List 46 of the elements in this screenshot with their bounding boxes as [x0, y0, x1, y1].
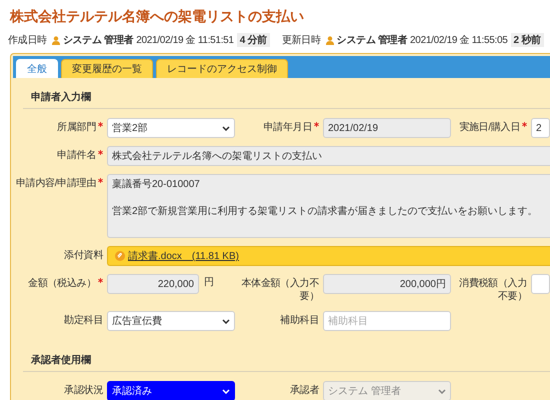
meta-label: 更新日時 — [282, 34, 321, 47]
elapsed-time-badge: 4 分前 — [236, 33, 270, 47]
section-heading: 申請者入力欄 — [23, 86, 550, 109]
field-label: 申請件名 — [57, 150, 96, 161]
file-link[interactable]: 請求書.docx (11.81 KB) — [128, 249, 239, 263]
field-label: 申請年月日 — [263, 122, 312, 133]
field-label: 実施日/購入日 — [459, 122, 520, 133]
input-field[interactable]: 2 — [531, 118, 550, 138]
field-label: 承認者 — [288, 384, 319, 397]
input-field[interactable] — [531, 274, 550, 294]
elapsed-time-badge: 2 秒前 — [510, 33, 544, 47]
chevron-down-icon — [438, 388, 446, 394]
tab[interactable]: レコードのアクセス制御 — [156, 59, 288, 78]
meta-label: 作成日時 — [8, 34, 47, 47]
field-label: 補助科目 — [279, 314, 319, 327]
input-field[interactable]: 220,000 — [107, 274, 199, 294]
field-label: 本体金額（入力不要） — [240, 276, 319, 303]
user-icon — [52, 36, 60, 44]
field-label: 消費税額（入力不要） — [458, 276, 527, 303]
field-label: 所属部門 — [57, 122, 96, 133]
text-area[interactable]: 稟議番号20-010007 営業2部で新規営業用に利用する架電リストの請求書が届きましたので支払いをお願いします。 — [107, 174, 550, 238]
section-heading: 承認者使用欄 — [23, 349, 550, 372]
dropdown[interactable]: 広告宣伝費 — [107, 311, 235, 331]
input-field[interactable]: 株式会社テルテル名簿への架電リストの支払い — [107, 146, 550, 166]
user-icon — [326, 36, 334, 44]
tab[interactable]: 変更履歴の一覧 — [61, 59, 153, 78]
field-label: 勘定科目 — [63, 314, 103, 327]
tab[interactable]: 全般 — [16, 59, 58, 78]
input-field[interactable]: 200,000円 — [323, 274, 451, 294]
attachment-icon — [115, 251, 125, 261]
dropdown[interactable]: 承認済み — [107, 381, 235, 400]
field-label: 金額（税込み） — [28, 278, 96, 289]
chevron-down-icon — [222, 388, 230, 394]
field-label: 承認状況 — [63, 384, 103, 397]
user-name[interactable]: システム 管理者 — [336, 33, 408, 47]
field-label: 申請内容/申請理由 — [16, 178, 96, 189]
datetime-text: 2021/02/19 金 11:51:51 — [136, 34, 234, 47]
dropdown[interactable]: 営業2部 — [107, 118, 235, 138]
chevron-down-icon — [222, 126, 230, 130]
input-field[interactable]: 2021/02/19 — [323, 118, 451, 138]
page-title: 株式会社テルテル名簿への架電リストの支払い — [8, 7, 305, 26]
datetime-text: 2021/02/19 金 11:55:05 — [410, 34, 508, 47]
field-label: 添付資料 — [63, 248, 103, 262]
chevron-down-icon — [222, 318, 230, 324]
user-name[interactable]: システム 管理者 — [62, 33, 134, 47]
unit-label: 円 — [204, 276, 214, 289]
